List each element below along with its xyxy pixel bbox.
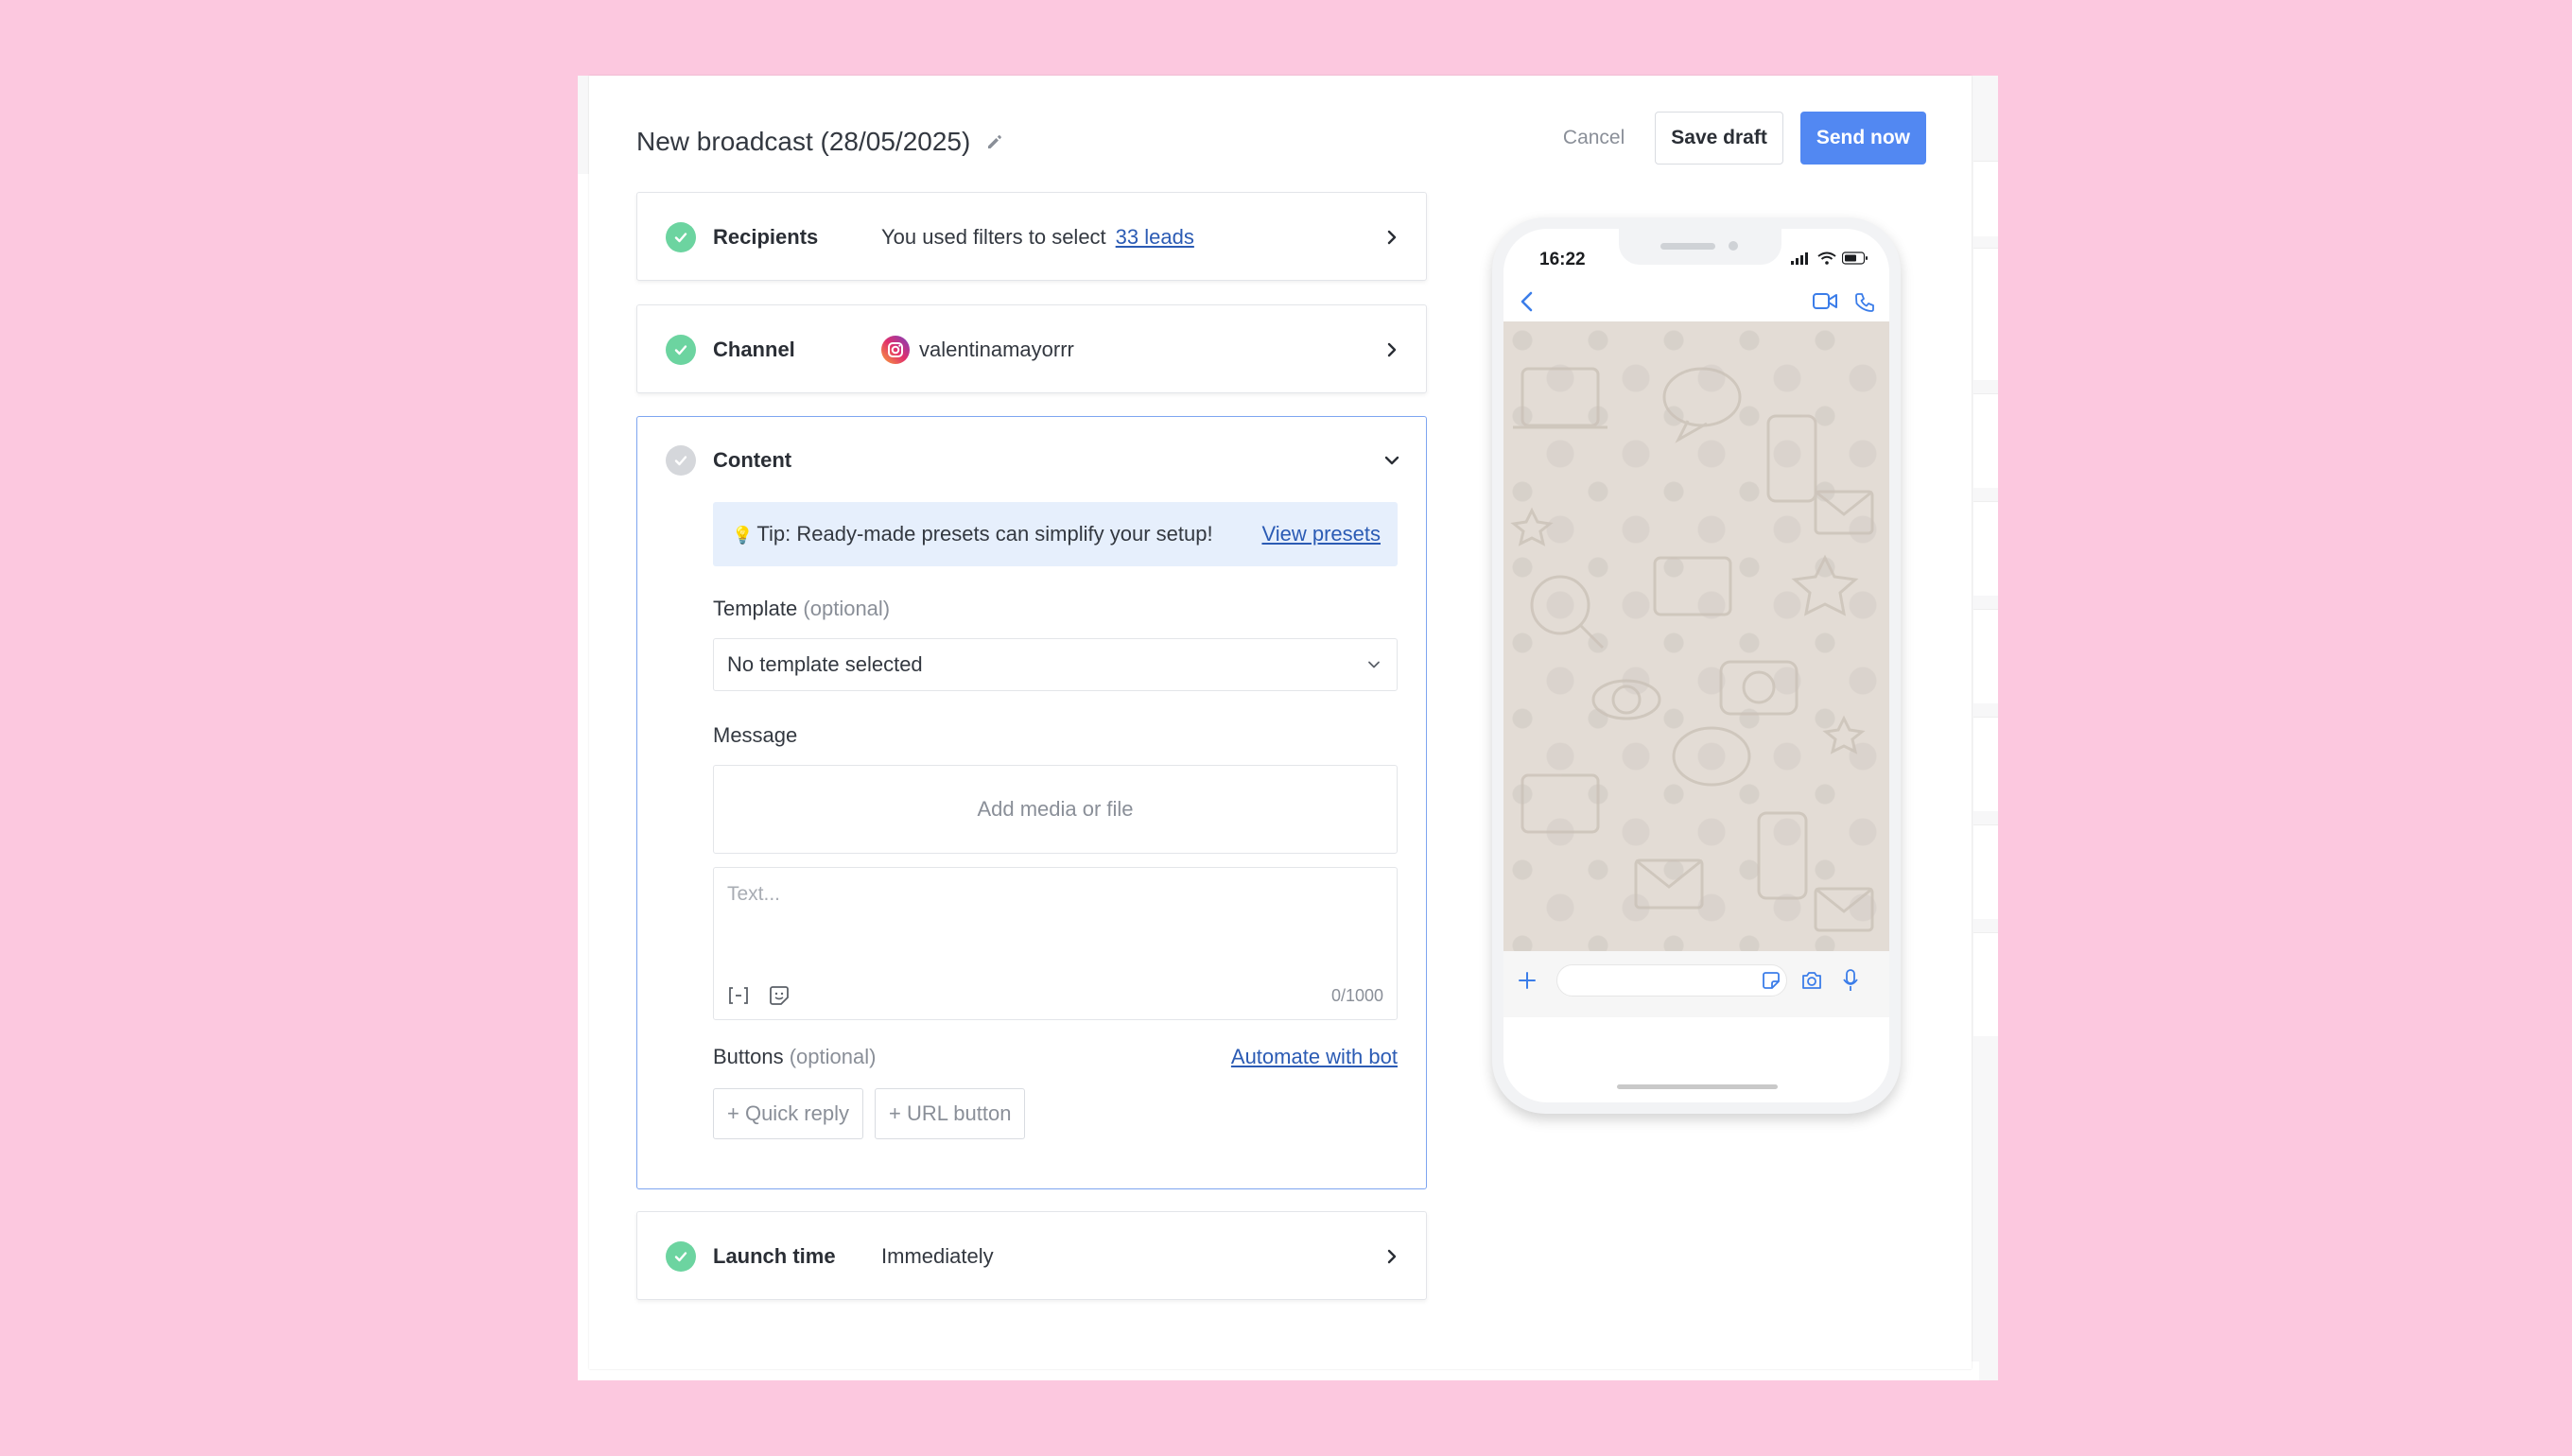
tip-content: 💡 Tip: Ready-made presets can simplify yo… <box>732 522 1213 546</box>
step-label: Content <box>713 448 792 472</box>
variable-icon[interactable] <box>727 984 750 1007</box>
step-content: Content 💡 Tip: Ready-made presets can sim… <box>636 416 1427 1189</box>
view-presets-link[interactable]: View presets <box>1261 522 1381 546</box>
phone-notch <box>1619 229 1781 265</box>
background-row <box>1973 248 1998 380</box>
speaker <box>1660 243 1715 250</box>
launch-time-value: Immediately <box>881 1244 994 1268</box>
step-channel[interactable]: Channel valentinamayorrr <box>636 304 1427 393</box>
add-media-label: Add media or file <box>977 797 1134 821</box>
quick-reply-button[interactable]: + Quick reply <box>713 1088 863 1139</box>
chat-input-bar <box>1503 951 1889 1017</box>
content-header[interactable]: Content <box>637 417 1426 504</box>
home-indicator <box>1617 1084 1778 1089</box>
status-icons <box>1791 251 1868 265</box>
template-label: Template (optional) <box>713 597 890 621</box>
wifi-icon <box>1817 251 1836 265</box>
automate-with-bot-link[interactable]: Automate with bot <box>1231 1045 1398 1069</box>
tip-text: Tip: Ready-made presets can simplify you… <box>756 522 1213 546</box>
chevron-right-icon[interactable] <box>1382 340 1401 359</box>
chat-wallpaper <box>1503 321 1889 951</box>
channel-name: valentinamayorrr <box>919 338 1074 361</box>
phone-time: 16:22 <box>1539 250 1586 269</box>
message-toolbar <box>727 983 791 1008</box>
lightbulb-icon: 💡 <box>732 526 754 545</box>
background-row <box>1973 824 1998 919</box>
chevron-down-icon <box>1368 661 1380 668</box>
back-arrow-icon[interactable] <box>1517 289 1538 314</box>
page-title: New broadcast (28/05/2025) <box>636 123 1004 161</box>
optional-hint: (optional) <box>789 1045 877 1068</box>
header-actions: Cancel Save draft Send now <box>1550 112 1926 165</box>
background-row <box>1973 717 1998 811</box>
step-recipients[interactable]: Recipients You used filters to select 33… <box>636 192 1427 281</box>
microphone-icon[interactable] <box>1842 968 1859 993</box>
sticker-icon[interactable] <box>1761 970 1781 991</box>
chevron-right-icon[interactable] <box>1382 228 1401 247</box>
step-label: Channel <box>713 338 795 361</box>
channel-summary: valentinamayorrr <box>881 336 1074 364</box>
add-media-dropzone[interactable]: Add media or file <box>713 765 1398 854</box>
instagram-icon <box>881 336 910 364</box>
recipients-summary-text: You used filters to select <box>881 225 1106 249</box>
sticker-icon[interactable] <box>767 983 791 1008</box>
plus-icon[interactable] <box>1517 970 1538 991</box>
background-row <box>1973 161 1998 236</box>
step-label: Recipients <box>713 225 819 249</box>
signal-icon <box>1791 252 1808 265</box>
optional-hint: (optional) <box>803 597 891 620</box>
check-icon <box>666 1241 696 1272</box>
step-label: Launch time <box>713 1244 836 1268</box>
url-button-button[interactable]: + URL button <box>875 1088 1026 1139</box>
camera-icon[interactable] <box>1800 970 1823 991</box>
buttons-label: Buttons (optional) <box>713 1045 876 1069</box>
leads-link[interactable]: 33 leads <box>1116 225 1194 250</box>
battery-icon <box>1842 251 1868 265</box>
step-launch-time[interactable]: Launch time Immediately <box>636 1211 1427 1300</box>
broadcast-modal: New broadcast (28/05/2025) Cancel Save d… <box>589 76 1972 1369</box>
button-options: + Quick reply + URL button <box>713 1088 1026 1139</box>
send-now-button[interactable]: Send now <box>1799 112 1926 165</box>
chat-header <box>1503 282 1889 321</box>
chevron-right-icon[interactable] <box>1382 1247 1401 1266</box>
check-icon <box>666 445 696 476</box>
front-camera <box>1729 241 1738 251</box>
pencil-icon[interactable] <box>985 132 1004 151</box>
char-counter: 0/1000 <box>1330 986 1383 1005</box>
tip-banner: 💡 Tip: Ready-made presets can simplify yo… <box>713 502 1398 566</box>
video-call-icon[interactable] <box>1812 291 1838 312</box>
broadcast-title: New broadcast (28/05/2025) <box>636 127 971 156</box>
phone-call-icon[interactable] <box>1853 291 1876 314</box>
wallpaper-doodles <box>1510 367 1874 932</box>
message-label: Message <box>713 723 798 747</box>
background-row <box>1973 609 1998 703</box>
template-label-text: Template <box>713 597 798 620</box>
save-draft-button[interactable]: Save draft <box>1655 112 1783 165</box>
phone-preview: 16:22 <box>1492 217 1901 1114</box>
background-row <box>1973 393 1998 488</box>
template-select-value: No template selected <box>727 652 923 676</box>
background-row <box>1973 501 1998 596</box>
chevron-down-icon[interactable] <box>1382 451 1401 470</box>
background-row <box>1973 932 1998 1036</box>
buttons-label-text: Buttons <box>713 1045 784 1068</box>
phone-screen: 16:22 <box>1503 229 1889 1102</box>
message-text-input[interactable]: Text... 0/1000 <box>713 867 1398 1020</box>
message-placeholder: Text... <box>727 883 781 905</box>
chat-text-field[interactable] <box>1556 964 1787 997</box>
check-icon <box>666 335 696 365</box>
check-icon <box>666 222 696 252</box>
cancel-button[interactable]: Cancel <box>1550 112 1638 165</box>
background-left-strip <box>578 174 589 1380</box>
recipients-summary: You used filters to select 33 leads <box>881 225 1194 250</box>
template-select[interactable]: No template selected <box>713 638 1398 691</box>
